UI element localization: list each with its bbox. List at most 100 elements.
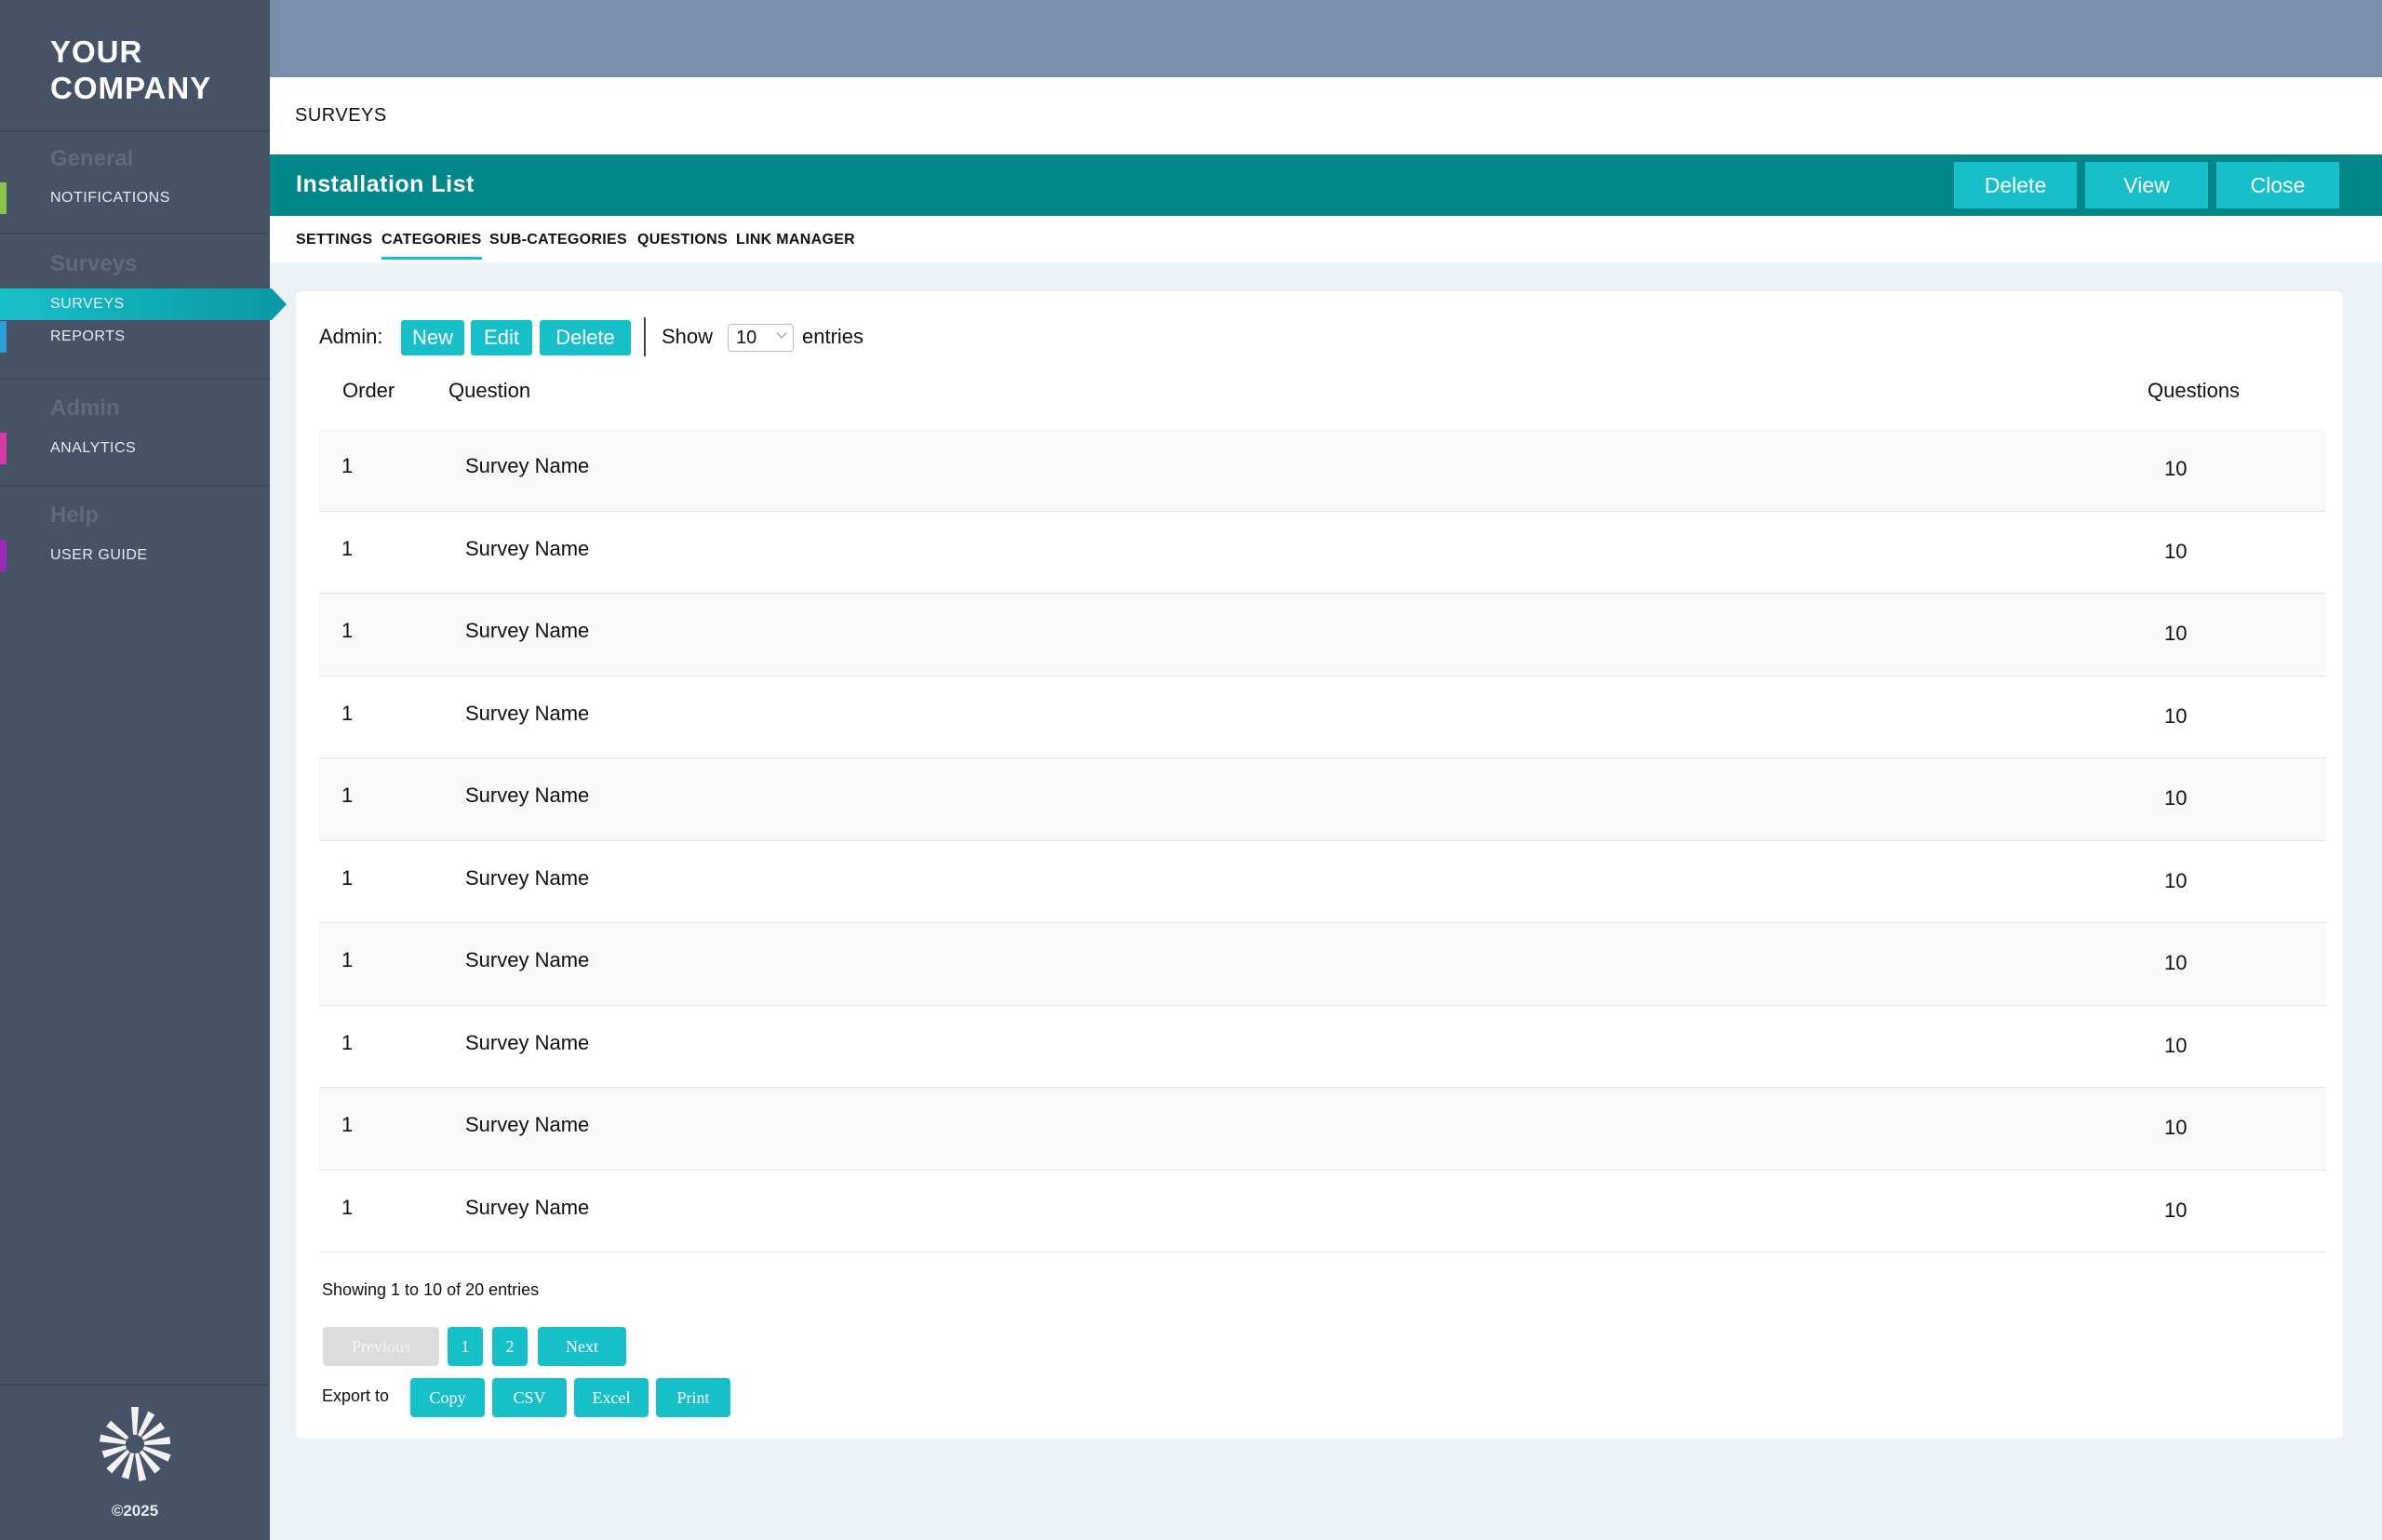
- previous-button[interactable]: Previous: [323, 1327, 439, 1366]
- table-row[interactable]: 1 Survey Name 10: [319, 758, 2326, 841]
- tab-sub-categories[interactable]: SUB-CATEGORIES: [489, 232, 627, 248]
- admin-delete-button[interactable]: Delete: [540, 320, 631, 355]
- sidebar-accent: [0, 182, 7, 214]
- sidebar-accent: [0, 433, 7, 464]
- cell-question: Survey Name: [465, 536, 590, 560]
- company-logo[interactable]: YOUR COMPANY: [50, 33, 211, 106]
- select-value: 10: [736, 328, 757, 348]
- next-button[interactable]: Next: [538, 1327, 626, 1366]
- sidebar-item-user-guide[interactable]: USER GUIDE: [0, 540, 270, 571]
- panel-title: Installation List: [296, 171, 475, 197]
- sidebar-accent: [0, 288, 7, 320]
- entries-label: entries: [802, 325, 864, 348]
- page-title: SURVEYS: [295, 105, 387, 126]
- cell-order: 1: [341, 1030, 354, 1054]
- top-bar: [270, 0, 2382, 77]
- cell-order: 1: [341, 1113, 354, 1136]
- view-button[interactable]: View: [2085, 162, 2208, 208]
- cell-order: 1: [341, 1195, 354, 1219]
- table-row[interactable]: 1 Survey Name 10: [319, 512, 2326, 594]
- tab-link-manager[interactable]: LINK MANAGER: [736, 232, 855, 248]
- export-copy-button[interactable]: Copy: [410, 1378, 485, 1417]
- page-header: SURVEYS: [270, 77, 2382, 154]
- cell-question: Survey Name: [465, 1113, 590, 1136]
- sidebar-divider: [0, 485, 270, 487]
- cell-questions: 10: [2164, 703, 2188, 728]
- content-card: Admin: New Edit Delete Show 10 entries O…: [296, 291, 2343, 1439]
- cell-questions: 10: [2164, 1033, 2188, 1057]
- export-excel-button[interactable]: Excel: [574, 1378, 649, 1417]
- column-header-order[interactable]: Order: [342, 379, 395, 403]
- cell-question: Survey Name: [465, 454, 590, 477]
- cell-question: Survey Name: [465, 783, 590, 807]
- table-row[interactable]: 1 Survey Name 10: [319, 1088, 2326, 1171]
- delete-button[interactable]: Delete: [1954, 162, 2077, 208]
- table-row[interactable]: 1 Survey Name 10: [319, 923, 2326, 1006]
- tab-categories[interactable]: CATEGORIES: [381, 232, 482, 260]
- sidebar-heading-admin: Admin: [50, 395, 120, 421]
- cell-order: 1: [341, 619, 354, 642]
- table-row[interactable]: 1 Survey Name 10: [319, 1171, 2326, 1252]
- cell-order: 1: [341, 948, 354, 971]
- sidebar-item-label: SURVEYS: [50, 296, 125, 312]
- cell-order: 1: [341, 783, 354, 807]
- cell-order: 1: [341, 536, 354, 560]
- panel-header: Installation List Delete View Close: [270, 154, 2382, 216]
- close-button[interactable]: Close: [2216, 162, 2339, 208]
- cell-questions: 10: [2164, 1198, 2188, 1222]
- sidebar: YOUR COMPANY General NOTIFICATIONS Surve…: [0, 0, 287, 1540]
- cell-order: 1: [341, 454, 354, 477]
- cell-questions: 10: [2164, 539, 2188, 563]
- table-row[interactable]: 1 Survey Name 10: [319, 1006, 2326, 1088]
- sunburst-logo-icon: [99, 1407, 171, 1481]
- page-1-button[interactable]: 1: [448, 1327, 483, 1366]
- table-row[interactable]: 1 Survey Name 10: [319, 594, 2326, 676]
- tab-settings[interactable]: SETTINGS: [296, 232, 372, 248]
- chevron-down-icon: [776, 328, 787, 339]
- sidebar-divider: [0, 378, 270, 380]
- tab-questions[interactable]: QUESTIONS: [637, 232, 728, 248]
- admin-label: Admin:: [319, 325, 383, 348]
- sidebar-item-label: ANALYTICS: [50, 440, 137, 456]
- sidebar-item-surveys[interactable]: SURVEYS: [0, 288, 287, 320]
- sidebar-item-label: USER GUIDE: [50, 547, 148, 563]
- sidebar-item-reports[interactable]: REPORTS: [0, 321, 270, 353]
- sidebar-heading-surveys: Surveys: [50, 251, 138, 276]
- sidebar-footer-divider: [0, 1384, 270, 1386]
- toolbar-separator: [644, 317, 646, 356]
- table-row[interactable]: 1 Survey Name 10: [319, 676, 2326, 758]
- column-header-question[interactable]: Question: [448, 379, 530, 403]
- show-label: Show: [662, 325, 714, 348]
- sidebar-accent: [0, 321, 7, 353]
- cell-questions: 10: [2164, 786, 2188, 810]
- sidebar-divider: [0, 233, 270, 234]
- cell-questions: 10: [2164, 622, 2188, 645]
- cell-questions: 10: [2164, 951, 2188, 974]
- table-row[interactable]: 1 Survey Name 10: [319, 841, 2326, 923]
- sidebar-heading-help: Help: [50, 502, 100, 528]
- pagination-info: Showing 1 to 10 of 20 entries: [322, 1280, 540, 1299]
- cell-questions: 10: [2164, 1116, 2188, 1139]
- edit-button[interactable]: Edit: [471, 320, 532, 355]
- page-2-button[interactable]: 2: [492, 1327, 528, 1366]
- entries-per-page-select[interactable]: 10: [728, 324, 794, 352]
- cell-order: 1: [341, 701, 354, 725]
- table-row[interactable]: 1 Survey Name 10: [319, 429, 2326, 512]
- export-label: Export to: [322, 1386, 390, 1405]
- cell-question: Survey Name: [465, 948, 590, 971]
- sidebar-item-analytics[interactable]: ANALYTICS: [0, 433, 270, 464]
- export-print-button[interactable]: Print: [656, 1378, 730, 1417]
- cell-question: Survey Name: [465, 701, 590, 725]
- tab-bar: SETTINGS CATEGORIES SUB-CATEGORIES QUEST…: [270, 216, 2382, 262]
- cell-order: 1: [341, 865, 354, 890]
- logo-line-2: COMPANY: [50, 71, 212, 105]
- export-csv-button[interactable]: CSV: [492, 1378, 567, 1417]
- sidebar-item-notifications[interactable]: NOTIFICATIONS: [0, 182, 270, 214]
- copyright: ©2025: [111, 1502, 159, 1520]
- sidebar-item-label: REPORTS: [50, 328, 126, 344]
- column-header-questions[interactable]: Questions: [2148, 379, 2240, 403]
- sidebar-item-label: NOTIFICATIONS: [50, 190, 170, 206]
- new-button[interactable]: New: [401, 320, 464, 355]
- cell-questions: 10: [2164, 457, 2188, 480]
- table-body: 1 Survey Name 10 1 Survey Name 10 1 Survey Na…: [319, 429, 2326, 1252]
